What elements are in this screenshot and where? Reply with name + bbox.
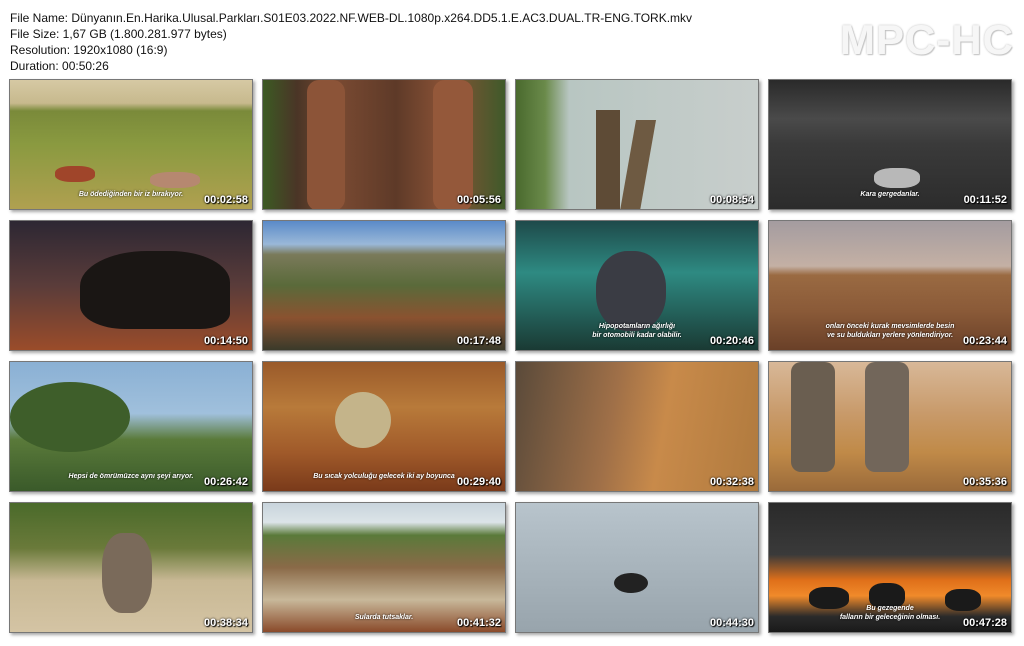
timestamp: 00:41:32 (456, 617, 501, 629)
elephant-shape (102, 533, 152, 613)
elephant-leg-shape (865, 362, 909, 472)
thumbnail-grid: Bu ödediğinden bir iz bırakıyor. 00:02:5… (9, 79, 1013, 635)
elephant-leg-shape (307, 80, 345, 209)
elephant-leg-shape (791, 362, 835, 472)
timestamp: 00:23:44 (962, 335, 1007, 347)
thumbnail-13: 00:38:34 (9, 502, 253, 633)
resolution: Resolution: 1920x1080 (16:9) (10, 43, 168, 57)
timestamp: 00:47:28 (962, 617, 1007, 629)
thumbnail-1: Bu ödediğinden bir iz bırakıyor. 00:02:5… (9, 79, 253, 210)
timestamp: 00:26:42 (203, 476, 248, 488)
thumbnail-11: 00:32:38 (515, 361, 759, 492)
timestamp: 00:29:40 (456, 476, 501, 488)
thumbnail-10: Bu sıcak yolculuğu gelecek iki ay boyunc… (262, 361, 506, 492)
thumbnail-16: Bu gezegende falların bir geleceğinin ol… (768, 502, 1012, 633)
thumbnail-14: Sularda tutsaklar. 00:41:32 (262, 502, 506, 633)
thumbnail-9: Hepsi de ömrümüzce aynı şeyi arıyor. 00:… (9, 361, 253, 492)
thumbnail-4: Kara gergedanlar. 00:11:52 (768, 79, 1012, 210)
timestamp: 00:17:48 (456, 335, 501, 347)
timestamp: 00:11:52 (963, 194, 1007, 206)
rhino-shape (874, 168, 920, 188)
dead-tree-shape (596, 110, 620, 209)
dead-tree-shape (619, 120, 657, 209)
file-size: File Size: 1,67 GB (1.800.281.977 bytes) (10, 27, 227, 41)
elephant-leg-shape (433, 80, 473, 209)
file-info: File Name: Dünyanın.En.Harika.Ulusal.Par… (10, 10, 692, 74)
timestamp: 00:44:30 (709, 617, 754, 629)
timestamp: 00:32:38 (709, 476, 754, 488)
stilt-bird-shape (614, 573, 648, 593)
hippo-shape (596, 251, 666, 331)
file-name: File Name: Dünyanın.En.Harika.Ulusal.Par… (10, 11, 693, 25)
thumbnail-15: 00:44:30 (515, 502, 759, 633)
thumbnail-2: 00:05:56 (262, 79, 506, 210)
rhino-silhouette-shape (80, 251, 230, 329)
timestamp: 00:02:58 (203, 194, 248, 206)
timestamp: 00:05:56 (456, 194, 501, 206)
timestamp: 00:38:34 (203, 617, 248, 629)
timestamp: 00:08:54 (709, 194, 754, 206)
timestamp: 00:14:50 (203, 335, 248, 347)
thumbnail-5: 00:14:50 (9, 220, 253, 351)
zebra-carcass-shape (150, 172, 200, 188)
thumbnail-12: 00:35:36 (768, 361, 1012, 492)
zebra-carcass-shape (55, 166, 95, 182)
thumbnail-8: onları önceki kurak mevsimlerde besin ve… (768, 220, 1012, 351)
timestamp: 00:20:46 (709, 335, 754, 347)
thumbnail-6: 00:17:48 (262, 220, 506, 351)
thumbnail-3: 00:08:54 (515, 79, 759, 210)
mpc-hc-logo: MPC-HC (840, 16, 1014, 63)
sandgrouse-shape (335, 392, 391, 448)
thumbnail-7: Hipopotamların ağırlığı bir otomobili ka… (515, 220, 759, 351)
acacia-tree-shape (10, 382, 130, 452)
duration: Duration: 00:50:26 (10, 59, 109, 73)
timestamp: 00:35:36 (962, 476, 1007, 488)
